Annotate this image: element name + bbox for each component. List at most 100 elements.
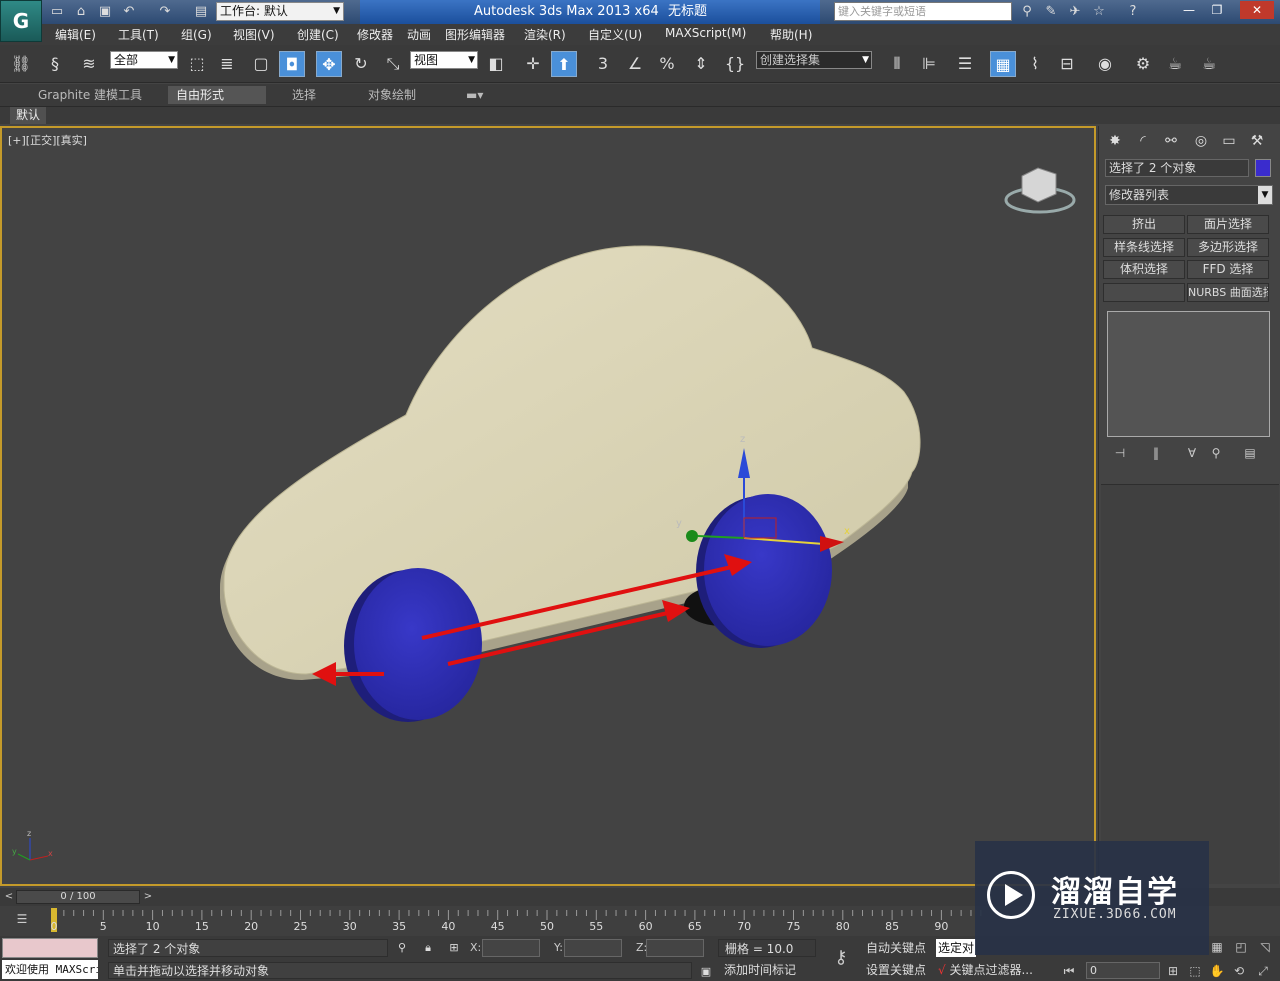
field-of-view-icon[interactable]: ◹ xyxy=(1256,938,1274,956)
maxscript-mini-listener[interactable]: 欢迎使用 MAXScri xyxy=(2,960,98,979)
perspective-viewport[interactable]: z x y z x y [+][正交][真实] xyxy=(0,126,1096,886)
help-icon[interactable]: ? xyxy=(1124,3,1142,21)
tab-graphite-modeling[interactable]: Graphite 建模工具 xyxy=(30,86,150,104)
workspace-select[interactable]: 工作台: 默认 ▼ xyxy=(216,2,344,21)
edit-named-selection-icon[interactable]: {} xyxy=(722,51,748,77)
motion-tab-icon[interactable]: ◎ xyxy=(1189,130,1213,152)
tab-object-paint[interactable]: 对象绘制 xyxy=(360,86,424,104)
select-and-rotate-icon[interactable]: ↻ xyxy=(348,51,374,77)
go-to-start-icon[interactable]: ⏮ xyxy=(1060,962,1078,980)
snaps-toggle-icon[interactable]: 3 xyxy=(590,51,616,77)
app-menu-button[interactable]: G xyxy=(0,0,42,42)
orbit-icon[interactable]: ⟲ xyxy=(1230,962,1248,980)
project-folder-icon[interactable]: ▤ xyxy=(192,3,210,21)
menu-graph-editors[interactable]: 图形编辑器 xyxy=(445,26,505,43)
lock-selection-icon[interactable]: 🔒︎ xyxy=(420,940,436,956)
zoom-all-icon[interactable]: ▦ xyxy=(1208,938,1226,956)
set-key-button[interactable]: 设置关键点 xyxy=(866,962,932,979)
maximize-viewport-icon[interactable]: ⤢ xyxy=(1254,962,1272,980)
object-name-field[interactable]: 选择了 2 个对象 xyxy=(1105,159,1249,177)
key-filters-button[interactable]: √ 关键点过滤器... xyxy=(938,962,1050,979)
isolate-selection-icon[interactable]: ⚲ xyxy=(394,940,410,956)
window-crossing-icon[interactable]: ◘ xyxy=(279,51,305,77)
open-file-icon[interactable]: ⌂ xyxy=(72,3,90,21)
menu-create[interactable]: 创建(C) xyxy=(297,26,339,43)
create-tab-icon[interactable]: ✸ xyxy=(1103,130,1127,152)
z-coordinate-field[interactable] xyxy=(646,939,704,957)
x-coordinate-field[interactable] xyxy=(482,939,540,957)
ref-coord-select[interactable]: 视图 ▼ xyxy=(410,51,478,69)
select-and-move-icon[interactable]: ✥ xyxy=(316,51,342,77)
save-icon[interactable]: ▣ xyxy=(96,3,114,21)
spinner-snap-icon[interactable]: ⇕ xyxy=(688,51,714,77)
keyboard-shortcut-override-icon[interactable]: ⬆ xyxy=(551,51,577,77)
time-slider-thumb[interactable]: 0 / 100 xyxy=(16,890,140,904)
modifier-list-select[interactable]: 修改器列表 ▼ xyxy=(1105,185,1273,205)
menu-group[interactable]: 组(G) xyxy=(181,26,212,43)
redo-icon[interactable]: ↷ xyxy=(156,3,174,21)
zoom-extents-all-icon[interactable]: ⊞ xyxy=(1164,962,1182,980)
pan-view-icon[interactable]: ✋ xyxy=(1208,962,1226,980)
graphite-toggle-icon[interactable]: ▦ xyxy=(990,51,1016,77)
auto-key-button[interactable]: 自动关键点 xyxy=(866,939,932,957)
schematic-view-icon[interactable]: ⊟ xyxy=(1054,51,1080,77)
modifier-button-ffd-select[interactable]: FFD 选择 xyxy=(1187,260,1269,279)
menu-maxscript[interactable]: MAXScript(M) xyxy=(665,26,746,40)
modifier-button-poly-select[interactable]: 多边形选择 xyxy=(1187,238,1269,257)
angle-snap-icon[interactable]: ∠ xyxy=(622,51,648,77)
modifier-button-spline-select[interactable]: 样条线选择 xyxy=(1103,238,1185,257)
undo-icon[interactable]: ↶ xyxy=(120,3,138,21)
align-icon[interactable]: ⊫ xyxy=(916,51,942,77)
zoom-extents-icon[interactable]: ◰ xyxy=(1232,938,1250,956)
pin-stack-icon[interactable]: ⊣ xyxy=(1111,444,1129,462)
percent-snap-icon[interactable]: % xyxy=(654,51,680,77)
menu-edit[interactable]: 编辑(E) xyxy=(55,26,96,43)
select-by-name-icon[interactable]: ≣ xyxy=(214,51,240,77)
set-key-icon[interactable]: ⚷ xyxy=(826,946,856,970)
selection-filter-select[interactable]: 全部 ▼ xyxy=(110,51,178,69)
modifier-button-patch-select[interactable]: 面片选择 xyxy=(1187,215,1269,234)
modifier-button-vol-select[interactable]: 体积选择 xyxy=(1103,260,1185,279)
restore-button[interactable]: ❐ xyxy=(1204,1,1230,19)
mirror-icon[interactable]: ⫴ xyxy=(884,51,910,77)
manipulate-icon[interactable]: ✛ xyxy=(520,51,546,77)
ribbon-options-icon[interactable]: ▬▾ xyxy=(458,86,491,104)
menu-animation[interactable]: 动画 xyxy=(407,26,431,43)
prev-frame-icon[interactable]: < xyxy=(2,890,16,904)
link-icon[interactable]: ⛓ xyxy=(8,51,34,77)
close-button[interactable]: ✕ xyxy=(1240,1,1274,19)
rendered-frame-window-icon[interactable]: ☕ xyxy=(1162,51,1188,77)
modifier-button-nurbs-select[interactable]: NURBS 曲面选择 xyxy=(1187,283,1269,302)
configure-modifier-sets-icon[interactable]: ▤ xyxy=(1241,444,1259,462)
menu-help[interactable]: 帮助(H) xyxy=(770,26,812,43)
time-tag-icon[interactable]: ▣ xyxy=(698,964,714,980)
menu-tools[interactable]: 工具(T) xyxy=(118,26,159,43)
absolute-mode-icon[interactable]: ⊞ xyxy=(446,940,462,956)
minimize-button[interactable]: — xyxy=(1176,1,1202,19)
make-unique-icon[interactable]: ∀ xyxy=(1183,444,1201,462)
bind-space-warp-icon[interactable]: ≋ xyxy=(76,51,102,77)
zoom-region-icon[interactable]: ⬚ xyxy=(1186,962,1204,980)
y-coordinate-field[interactable] xyxy=(564,939,622,957)
next-frame-icon[interactable]: > xyxy=(141,890,155,904)
menu-customize[interactable]: 自定义(U) xyxy=(588,26,642,43)
menu-modifiers[interactable]: 修改器 xyxy=(357,26,393,43)
object-color-swatch[interactable] xyxy=(1255,159,1271,177)
modifier-button-empty[interactable] xyxy=(1103,283,1185,302)
show-end-result-icon[interactable]: ‖ xyxy=(1147,444,1165,462)
modify-tab-icon[interactable]: ◜ xyxy=(1131,130,1155,152)
remove-modifier-icon[interactable]: ⚲ xyxy=(1207,444,1225,462)
render-setup-icon[interactable]: ⚙ xyxy=(1130,51,1156,77)
tab-freeform[interactable]: 自由形式 xyxy=(168,86,266,104)
display-tab-icon[interactable]: ▭ xyxy=(1217,130,1241,152)
pivot-center-icon[interactable]: ◧ xyxy=(483,51,509,77)
hierarchy-tab-icon[interactable]: ⚯ xyxy=(1159,130,1183,152)
tab-selection[interactable]: 选择 xyxy=(284,86,324,104)
communication-icon[interactable]: ✈ xyxy=(1066,3,1084,21)
material-editor-icon[interactable]: ◉ xyxy=(1092,51,1118,77)
menu-view[interactable]: 视图(V) xyxy=(233,26,275,43)
menu-rendering[interactable]: 渲染(R) xyxy=(524,26,566,43)
subscription-icon[interactable]: ✎ xyxy=(1042,3,1060,21)
add-time-tag[interactable]: 添加时间标记 xyxy=(718,962,818,979)
modifier-stack[interactable] xyxy=(1107,311,1270,437)
